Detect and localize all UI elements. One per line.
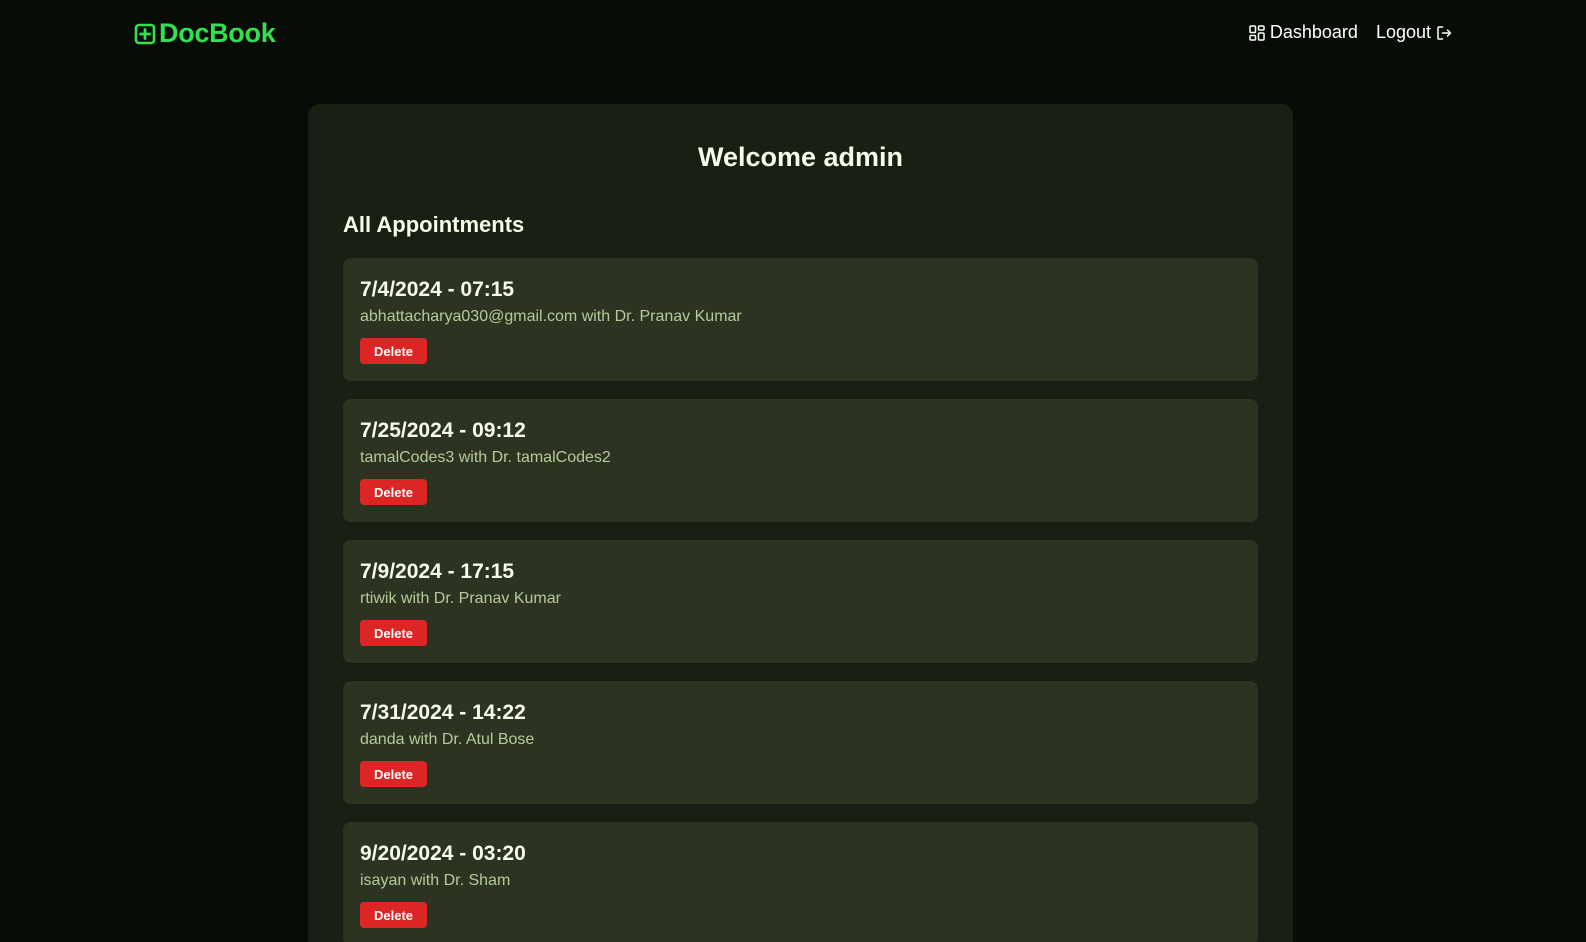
logout-link[interactable]: Logout bbox=[1376, 22, 1452, 43]
brand-logo[interactable]: DocBook bbox=[134, 18, 276, 49]
appointment-details: isayan with Dr. Sham bbox=[360, 872, 511, 889]
appointment-card: 7/25/2024 - 09:12 tamalCodes3 with Dr. t… bbox=[343, 399, 1258, 522]
appointment-details: abhattacharya030@gmail.com with Dr. Pran… bbox=[360, 308, 742, 325]
appointment-datetime: 7/4/2024 - 07:15 bbox=[360, 278, 515, 301]
delete-button[interactable]: Delete bbox=[360, 338, 427, 364]
delete-button[interactable]: Delete bbox=[360, 620, 427, 646]
appointment-details: rtiwik with Dr. Pranav Kumar bbox=[360, 590, 561, 607]
appointment-details: danda with Dr. Atul Bose bbox=[360, 731, 535, 748]
appointment-datetime: 7/25/2024 - 09:12 bbox=[360, 419, 526, 442]
appointment-card: 7/4/2024 - 07:15 abhattacharya030@gmail.… bbox=[343, 258, 1258, 381]
appointment-datetime: 7/9/2024 - 17:15 bbox=[360, 560, 515, 583]
appointment-card: 7/31/2024 - 14:22 danda with Dr. Atul Bo… bbox=[343, 681, 1258, 804]
grid-icon bbox=[1249, 24, 1265, 41]
dashboard-link[interactable]: Dashboard bbox=[1249, 22, 1358, 43]
navbar: DocBook Dashboard Logout bbox=[0, 0, 1586, 70]
appointment-datetime: 9/20/2024 - 03:20 bbox=[360, 842, 526, 865]
dashboard-label: Dashboard bbox=[1269, 22, 1358, 42]
appointment-datetime: 7/31/2024 - 14:22 bbox=[360, 701, 526, 724]
appointment-details: tamalCodes3 with Dr. tamalCodes2 bbox=[360, 449, 611, 466]
logout-label: Logout bbox=[1375, 22, 1431, 42]
nav-links: Dashboard Logout bbox=[1249, 22, 1452, 43]
appointment-list: 7/4/2024 - 07:15 abhattacharya030@gmail.… bbox=[343, 258, 1258, 942]
section-title: All Appointments bbox=[343, 212, 525, 237]
delete-button[interactable]: Delete bbox=[360, 761, 427, 787]
delete-button[interactable]: Delete bbox=[360, 902, 427, 928]
appointment-card: 9/20/2024 - 03:20 isayan with Dr. Sham D… bbox=[343, 822, 1258, 942]
logout-icon bbox=[1436, 25, 1452, 41]
delete-button[interactable]: Delete bbox=[360, 479, 427, 505]
appointment-card: 7/9/2024 - 17:15 rtiwik with Dr. Pranav … bbox=[343, 540, 1258, 663]
plus-square-icon bbox=[134, 23, 156, 45]
brand-name: DocBook bbox=[159, 18, 276, 48]
admin-panel: Welcome admin All Appointments 7/4/2024 … bbox=[308, 104, 1293, 942]
welcome-heading: Welcome admin bbox=[697, 142, 904, 172]
